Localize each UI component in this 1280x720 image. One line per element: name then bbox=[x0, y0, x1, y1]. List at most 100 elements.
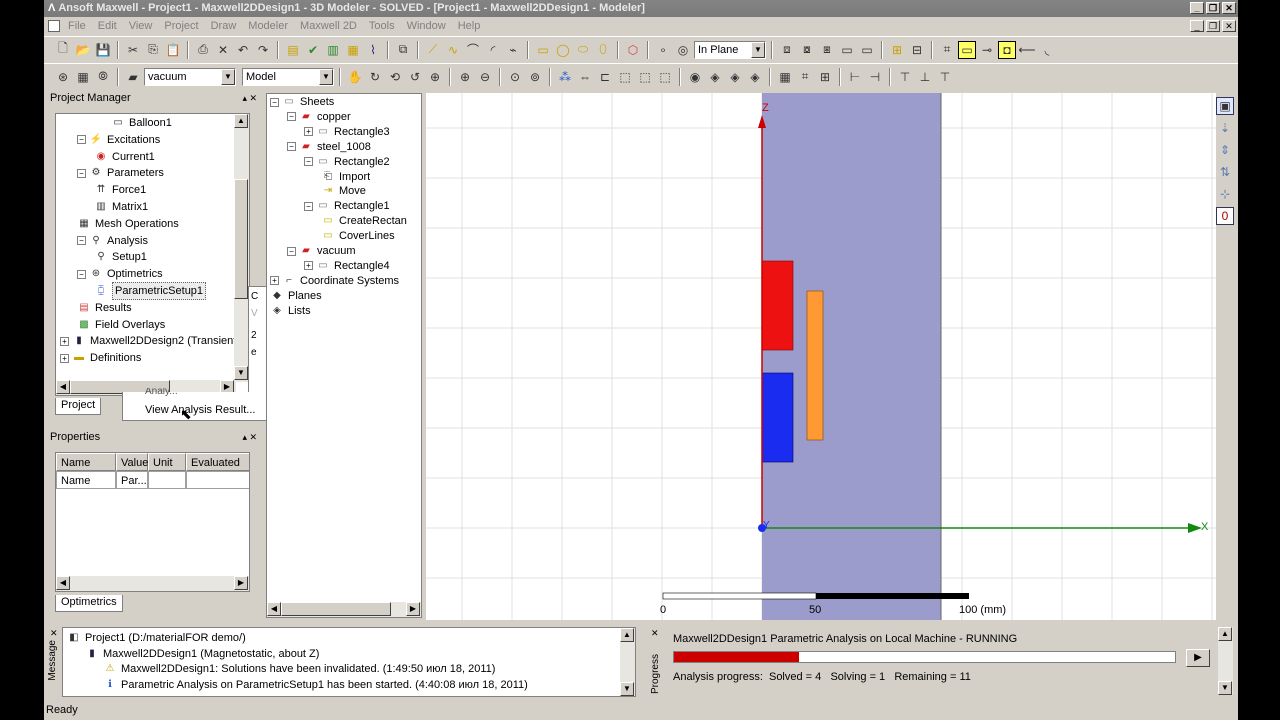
menu-maxwell-2d[interactable]: Maxwell 2D bbox=[294, 20, 363, 32]
expand-icon[interactable]: + bbox=[304, 127, 313, 137]
unite-icon[interactable]: ⧈ bbox=[778, 41, 796, 59]
scroll-left-button[interactable]: ◀ bbox=[56, 576, 70, 590]
arc-icon[interactable]: ⌒ bbox=[464, 41, 482, 59]
message-panel-close[interactable]: ✕ bbox=[50, 628, 58, 639]
property-cell[interactable] bbox=[186, 471, 249, 489]
view-down-icon[interactable]: ⇣ bbox=[1216, 119, 1234, 137]
column-header[interactable]: Value bbox=[116, 453, 148, 471]
scroll-left-button[interactable]: ◀ bbox=[56, 380, 70, 394]
view-icon[interactable]: ⊞ bbox=[816, 68, 834, 86]
tree-item[interactable]: + ▭ Rectangle3 bbox=[304, 124, 390, 140]
tree-item[interactable]: − ⚲ Analysis bbox=[77, 233, 148, 249]
snap-vertex-icon[interactable]: ▭ bbox=[958, 40, 976, 59]
scroll-down-button[interactable]: ▼ bbox=[234, 366, 248, 380]
fields-icon[interactable]: ⊤ bbox=[896, 68, 914, 86]
context-menu-item[interactable]: 2 bbox=[251, 330, 257, 341]
spin-icon[interactable]: ↺ bbox=[406, 68, 424, 86]
column-header[interactable]: Name bbox=[56, 453, 116, 471]
project-tab[interactable]: Project bbox=[55, 398, 102, 415]
duplicate-icon[interactable]: ⧉ bbox=[394, 41, 412, 59]
tree-item[interactable]: ▭ CoverLines bbox=[321, 228, 394, 244]
menu-window[interactable]: Window bbox=[401, 20, 452, 32]
pan-icon[interactable]: ✋ bbox=[346, 68, 364, 86]
copy-icon[interactable]: ⎘ bbox=[144, 41, 162, 59]
chevron-down-icon[interactable]: ▼ bbox=[319, 68, 333, 85]
menu-modeler[interactable]: Modeler bbox=[242, 20, 294, 32]
fit-all-icon[interactable]: ⊙ bbox=[506, 68, 524, 86]
render-icon[interactable]: ◈ bbox=[746, 68, 764, 86]
tree-item[interactable]: + ▮ Maxwell2DDesign2 (Transient, ab bbox=[60, 333, 249, 349]
snap-edge-icon[interactable]: ⊸ bbox=[978, 41, 996, 59]
collapse-icon[interactable]: − bbox=[77, 236, 86, 246]
arc-center-icon[interactable]: ◜ bbox=[484, 41, 502, 59]
ellipse-icon[interactable]: ⬯ bbox=[594, 41, 612, 59]
fit-selection-icon[interactable]: ⊚ bbox=[526, 68, 544, 86]
property-cell[interactable]: Par... bbox=[116, 471, 148, 489]
view-box-icon[interactable]: ▣ bbox=[1216, 97, 1234, 115]
canvas-svg[interactable]: Z X Y 0 50 100 (mm) bbox=[426, 93, 1216, 620]
tree-item[interactable]: − ▰ steel_1008 bbox=[287, 139, 371, 155]
tree-item[interactable]: − ▭ Rectangle2 bbox=[304, 154, 390, 170]
tree-item[interactable]: ▤ Results bbox=[77, 300, 131, 316]
select-edge-icon[interactable]: ⇔ bbox=[576, 68, 594, 86]
measure-length-icon[interactable]: ⊣ bbox=[866, 68, 884, 86]
menu-help[interactable]: Help bbox=[452, 20, 487, 32]
minimize-button[interactable]: _ bbox=[1190, 2, 1204, 14]
delete-icon[interactable]: ✕ bbox=[214, 41, 232, 59]
tree-item[interactable]: − ⚡ Excitations bbox=[77, 132, 160, 148]
view-zero-icon[interactable]: 0 bbox=[1216, 207, 1234, 225]
menu-tools[interactable]: Tools bbox=[363, 20, 401, 32]
menu-view[interactable]: View bbox=[123, 20, 159, 32]
tree-item[interactable]: ◆ Planes bbox=[270, 288, 322, 304]
document-icon[interactable] bbox=[48, 20, 60, 32]
scroll-thumb[interactable] bbox=[234, 179, 248, 299]
properties-horizontal-scrollbar[interactable]: ◀ ▶ bbox=[56, 576, 249, 591]
optimetrics-tab[interactable]: Optimetrics bbox=[55, 595, 123, 612]
plane-select[interactable]: In Plane ▼ bbox=[694, 40, 766, 59]
menu-project[interactable]: Project bbox=[158, 20, 204, 32]
check-icon[interactable]: ✔ bbox=[304, 41, 322, 59]
material-select[interactable]: vacuum ▼ bbox=[144, 67, 236, 86]
tree-item[interactable]: + ▬ Definitions bbox=[60, 350, 141, 366]
open-icon[interactable]: 📂 bbox=[74, 41, 92, 59]
zoom-out-icon[interactable]: ⊖ bbox=[476, 68, 494, 86]
tree-item[interactable]: ◈ Lists bbox=[270, 303, 310, 319]
panel-controls[interactable]: ▴ ✕ bbox=[242, 430, 257, 445]
collapse-icon[interactable]: − bbox=[270, 97, 279, 107]
collapse-icon[interactable]: − bbox=[304, 201, 313, 211]
dynamic-zoom-icon[interactable]: ⊕ bbox=[426, 68, 444, 86]
point-icon[interactable]: ∘ bbox=[654, 41, 672, 59]
plane-icon[interactable]: ◎ bbox=[674, 41, 692, 59]
line-icon[interactable]: ⟋ bbox=[424, 41, 442, 59]
restore-button[interactable]: ❐ bbox=[1206, 2, 1220, 14]
select-vertex-icon[interactable]: ⁂ bbox=[556, 68, 574, 86]
menu-draw[interactable]: Draw bbox=[205, 20, 243, 32]
chevron-down-icon[interactable]: ▼ bbox=[751, 41, 765, 58]
close-button[interactable]: ✕ bbox=[1222, 2, 1236, 14]
property-cell[interactable] bbox=[148, 471, 186, 489]
redo-icon[interactable]: ↷ bbox=[254, 41, 272, 59]
tree-item[interactable]: + ▭ Rectangle4 bbox=[304, 258, 390, 274]
scroll-hthumb[interactable] bbox=[281, 602, 391, 616]
select-multi-icon[interactable]: ⬚ bbox=[636, 68, 654, 86]
tree-item[interactable]: ⎗ Import bbox=[321, 169, 370, 185]
scroll-up-button[interactable]: ▲ bbox=[234, 114, 248, 128]
column-header[interactable]: Unit bbox=[148, 453, 186, 471]
rectangle-icon[interactable]: ▭ bbox=[534, 41, 552, 59]
new-icon[interactable]: 🗋 bbox=[54, 41, 72, 59]
intersect-icon[interactable]: ⧆ bbox=[818, 41, 836, 59]
binoculars-icon[interactable]: ⊛ bbox=[54, 68, 72, 86]
view-fit-icon[interactable]: ⊹ bbox=[1216, 185, 1234, 203]
modeler-canvas[interactable]: Z X Y 0 50 100 (mm) bbox=[426, 93, 1216, 620]
validate-icon[interactable]: ▤ bbox=[284, 41, 302, 59]
message-item[interactable]: ⚠ Maxwell2DDesign1: Solutions have been i… bbox=[103, 661, 496, 677]
message-item[interactable]: ℹ Parametric Analysis on ParametricSetup1… bbox=[103, 677, 528, 693]
tree-item[interactable]: ▦ Mesh Operations bbox=[77, 216, 179, 232]
imprint-icon[interactable]: ▭ bbox=[858, 41, 876, 59]
undo-icon[interactable]: ↶ bbox=[234, 41, 252, 59]
tree-item[interactable]: ⇈ Force1 bbox=[94, 182, 146, 198]
cut-icon[interactable]: ✂ bbox=[124, 41, 142, 59]
tree-item[interactable]: − ▰ vacuum bbox=[287, 243, 356, 259]
project-vertical-scrollbar[interactable]: ▲ ▼ bbox=[234, 114, 249, 382]
collapse-icon[interactable]: − bbox=[77, 269, 86, 279]
